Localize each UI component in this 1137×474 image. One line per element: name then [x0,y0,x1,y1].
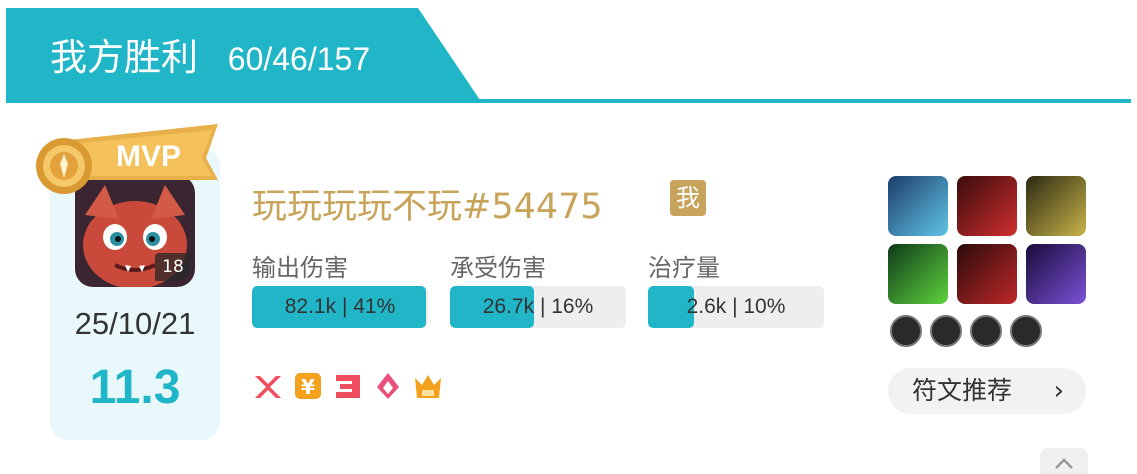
stat-label-damage-taken: 承受伤害 [450,254,546,282]
kill-streak-icon[interactable] [252,370,284,402]
boots-item-icon[interactable] [957,176,1017,236]
claw-item-icon[interactable] [888,244,948,304]
hero-level-badge: 18 [155,253,191,281]
ice-item-icon[interactable] [888,176,948,236]
svg-text:¥: ¥ [301,375,315,399]
rune-4-icon[interactable] [1010,315,1042,347]
stat-label-damage-dealt: 输出伤害 [252,254,348,282]
header-title: 我方胜利 60/46/157 [50,38,370,79]
gold-icon[interactable]: ¥ [292,370,324,402]
rune-2-icon[interactable] [930,315,962,347]
me-badge: 我 [670,180,706,216]
rune-recommend-label: 符文推荐 [912,376,1013,405]
team-kda: 60/46/157 [227,41,371,77]
stat-value-healing: 2.6k | 10% [686,295,786,318]
match-score: 11.3 [89,361,181,414]
result-header: 我方胜利 60/46/157 [0,0,1137,104]
chevron-right-icon: › [1053,376,1064,406]
blade-item-icon[interactable] [957,244,1017,304]
triple-kill-icon[interactable] [332,370,364,402]
shadow-item-icon[interactable] [1026,244,1086,304]
stat-value-damage-taken: 26.7k | 16% [482,295,594,318]
crown-icon[interactable] [412,370,444,402]
rune-3-icon[interactable] [970,315,1002,347]
chevron-up-icon [1055,458,1073,469]
stat-bar-damage-dealt: 82.1k | 41% [252,286,428,328]
rune-recommend-button[interactable]: 符文推荐 › [888,368,1086,414]
match-result: 我方胜利 [50,36,198,79]
collapse-button[interactable] [1040,448,1088,474]
mvp-badge: MVP [28,118,228,198]
flame-icon[interactable] [372,370,404,402]
stat-bar-healing: 2.6k | 10% [648,286,824,328]
stat-label-healing: 治疗量 [648,254,720,282]
stat-value-damage-dealt: 82.1k | 41% [284,295,396,318]
stat-bar-damage-taken: 26.7k | 16% [450,286,626,328]
mvp-label: MVP [116,140,181,173]
match-date: 25/10/21 [74,306,196,341]
rune-1-icon[interactable] [890,315,922,347]
sword-item-icon[interactable] [1026,176,1086,236]
player-name[interactable]: 玩玩玩玩不玩#54475 [252,178,603,229]
